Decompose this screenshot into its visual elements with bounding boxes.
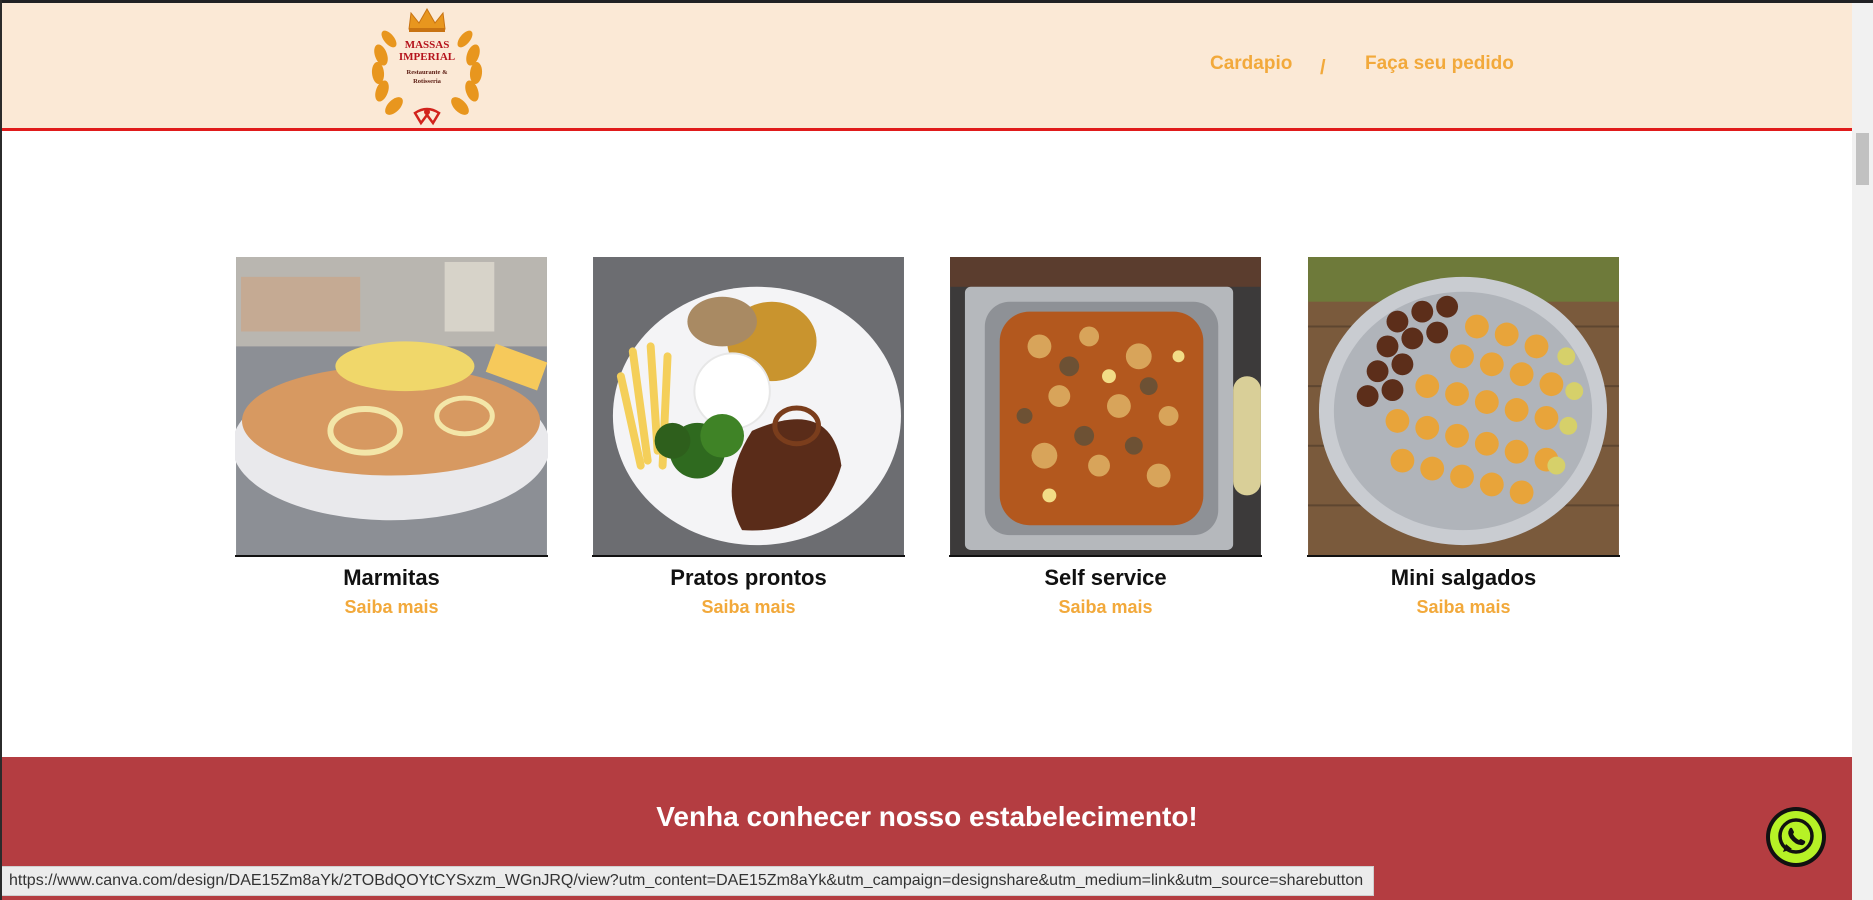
restaurant-logo[interactable]: MASSAS IMPERIAL Restaurante & Rotisseria <box>367 5 487 126</box>
saiba-mais-link[interactable]: Saiba mais <box>592 597 905 618</box>
browser-status-bar: https://www.canva.com/design/DAE15Zm8aYk… <box>2 866 1374 896</box>
card-title: Marmitas <box>343 565 440 590</box>
page-scrollbar[interactable] <box>1852 3 1873 900</box>
mini-salgados-photo[interactable] <box>1307 257 1620 557</box>
card-title: Pratos prontos <box>670 565 827 590</box>
nav-link-cardapio[interactable]: Cardapio <box>1210 53 1292 75</box>
card-title: Self service <box>1044 565 1167 590</box>
pratos-prontos-photo[interactable] <box>592 257 905 557</box>
scrollbar-thumb[interactable] <box>1856 133 1869 185</box>
nav-separator: / <box>1320 57 1326 79</box>
site-header: MASSAS IMPERIAL Restaurante & Rotisseria… <box>2 3 1852 131</box>
logo-text-line3: Restaurante & <box>407 69 449 76</box>
category-card-mini-salgados: Mini salgados Saiba mais <box>1307 257 1620 618</box>
marmitas-photo[interactable] <box>235 257 548 557</box>
category-card-marmitas: Marmitas Saiba mais <box>235 257 548 618</box>
saiba-mais-link[interactable]: Saiba mais <box>235 597 548 618</box>
whatsapp-icon[interactable] <box>1765 806 1827 868</box>
category-card-pratos-prontos: Pratos prontos Saiba mais <box>592 257 905 618</box>
logo-text-line2: IMPERIAL <box>399 51 455 63</box>
self-service-photo[interactable] <box>949 257 1262 557</box>
nav-link-faca-seu-pedido[interactable]: Faça seu pedido <box>1365 53 1514 75</box>
banner-title: Venha conhecer nosso estabelecimento! <box>656 801 1198 832</box>
menu-categories: Marmitas Saiba mais Pratos prontos Saiba <box>235 257 1621 627</box>
card-title: Mini salgados <box>1390 565 1537 590</box>
logo-text-line4: Rotisseria <box>413 78 442 85</box>
saiba-mais-link[interactable]: Saiba mais <box>1307 597 1620 618</box>
saiba-mais-link[interactable]: Saiba mais <box>949 597 1262 618</box>
logo-text-line1: MASSAS <box>405 39 450 51</box>
category-card-self-service: Self service Saiba mais <box>949 257 1262 618</box>
